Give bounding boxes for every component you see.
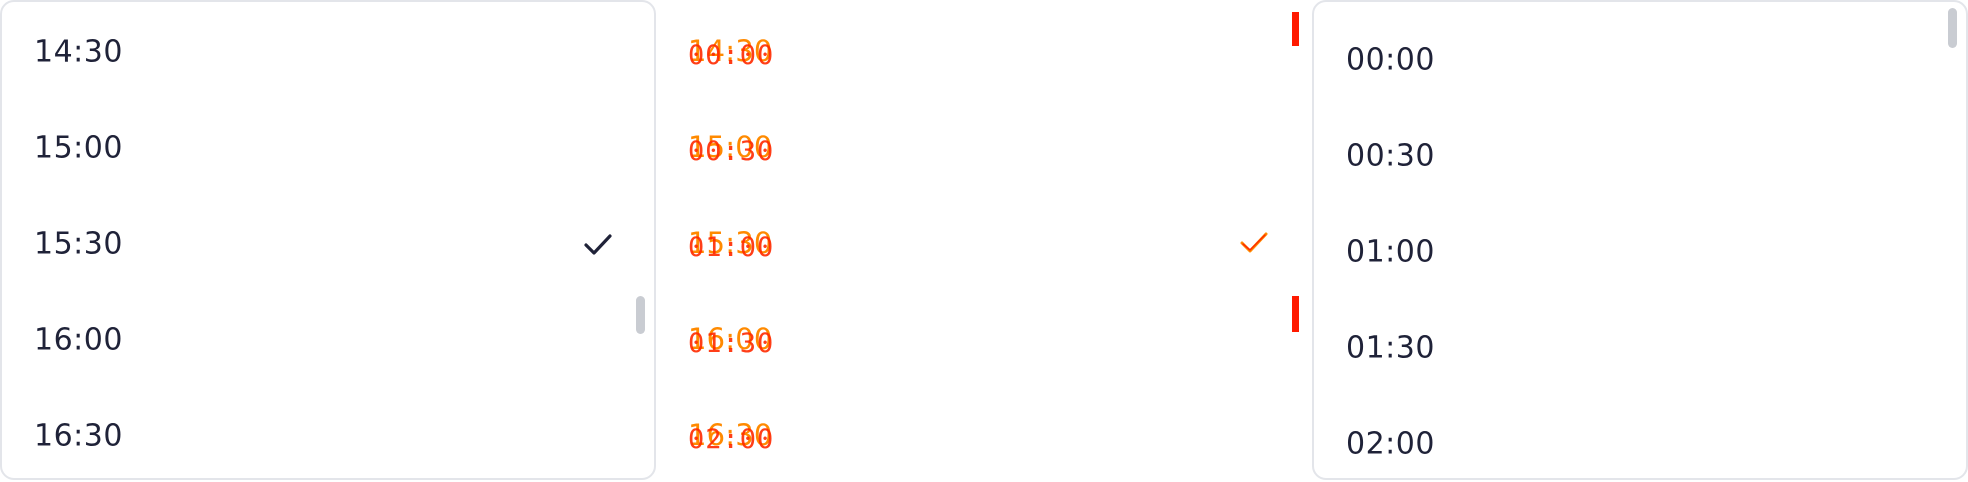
diff-marker — [1292, 296, 1299, 332]
scrollbar-thumb[interactable] — [1948, 8, 1957, 48]
time-option[interactable]: 16:00 — [2, 292, 654, 388]
time-option-label: 16:00 — [34, 322, 123, 358]
time-option[interactable]: 15:00 — [2, 100, 654, 196]
time-dropdown-list-left[interactable]: 14:30 15:00 15:30 16:00 16:30 — [0, 0, 656, 480]
time-option[interactable]: 01:30 — [1314, 300, 1966, 396]
time-option-label: 01:30 — [1346, 330, 1435, 366]
diff-label-b: 02:00 — [688, 424, 775, 455]
time-option[interactable]: 01:00 — [1314, 204, 1966, 300]
check-icon — [582, 228, 614, 260]
diff-marker — [1292, 12, 1299, 46]
diff-label-b: 00:30 — [688, 136, 775, 167]
time-option-label: 00:00 — [1346, 42, 1435, 78]
time-option-label: 02:00 — [1346, 426, 1435, 462]
diff-label-b: 00:00 — [688, 40, 775, 71]
diff-label-b: 01:00 — [688, 232, 775, 263]
scrollbar-thumb[interactable] — [636, 296, 645, 334]
time-option-label: 15:30 — [34, 226, 123, 262]
time-option[interactable]: 00:00 — [1314, 12, 1966, 108]
time-option-label: 01:00 — [1346, 234, 1435, 270]
time-option[interactable]: 02:00 — [1314, 396, 1966, 478]
time-option-label: 15:00 — [34, 130, 123, 166]
time-option[interactable]: 16:30 — [2, 388, 654, 478]
time-dropdown-list-right[interactable]: 00:00 00:30 01:00 01:30 02:00 — [1312, 0, 1968, 480]
time-option[interactable]: 00:30 — [1314, 108, 1966, 204]
time-option-selected[interactable]: 15:30 — [2, 196, 654, 292]
time-option-label: 00:30 — [1346, 138, 1435, 174]
time-option-label: 14:30 — [34, 34, 123, 70]
time-option-label: 16:30 — [34, 418, 123, 454]
diff-label-b: 01:30 — [688, 328, 775, 359]
check-icon — [1238, 226, 1270, 258]
diff-overlay-panel: 14:30 00:00 15:00 00:30 15:30 01:00 16:0… — [658, 0, 1310, 480]
time-option[interactable]: 14:30 — [2, 4, 654, 100]
